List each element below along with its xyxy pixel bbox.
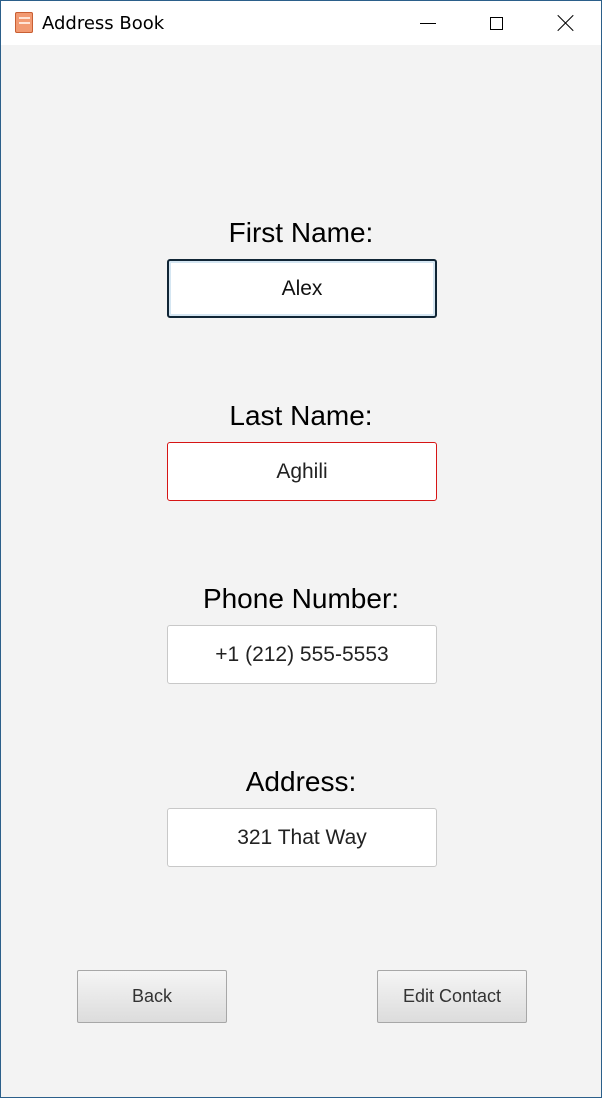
address-book-window: Address Book First Name: Last Name: Phon… (0, 0, 602, 1098)
title-bar[interactable]: Address Book (1, 1, 601, 45)
first-name-label: First Name: (228, 217, 374, 248)
last-name-input[interactable] (167, 442, 437, 501)
edit-contact-button[interactable]: Edit Contact (377, 970, 527, 1023)
maximize-icon (489, 16, 503, 30)
address-book-icon (15, 12, 33, 33)
first-name-input[interactable] (167, 259, 437, 318)
address-input[interactable] (167, 808, 437, 867)
close-icon (557, 14, 575, 32)
window-title: Address Book (42, 13, 165, 34)
minimize-icon (420, 22, 436, 24)
last-name-label: Last Name: (229, 400, 373, 431)
address-label: Address: (245, 766, 357, 797)
maximize-button[interactable] (473, 1, 519, 45)
phone-number-label: Phone Number: (202, 583, 400, 614)
minimize-button[interactable] (405, 1, 451, 45)
back-button[interactable]: Back (77, 970, 227, 1023)
close-button[interactable] (543, 1, 589, 45)
phone-number-input[interactable] (167, 625, 437, 684)
